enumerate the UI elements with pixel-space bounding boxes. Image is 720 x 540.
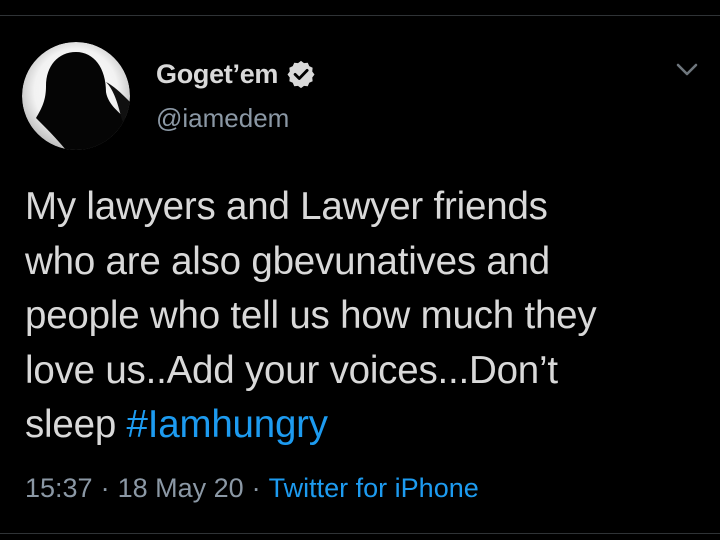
tweet-time[interactable]: 15:37 [25,473,93,504]
tweet-date[interactable]: 18 May 20 [118,473,244,504]
author-name-row[interactable]: Goget’em [156,54,316,94]
meta-separator: · [251,473,261,503]
chevron-down-icon[interactable] [672,58,702,82]
tweet-meta: 15:37 · 18 May 20 · Twitter for iPhone [25,473,479,504]
top-divider [0,15,720,16]
tweet-text: My lawyers and Lawyer friends who are al… [25,180,715,453]
avatar[interactable] [22,42,130,150]
bottom-divider [0,533,720,534]
verified-badge-icon [286,59,316,89]
user-handle[interactable]: @iamedem [156,103,289,134]
tweet-source-link[interactable]: Twitter for iPhone [269,473,479,504]
hashtag-link[interactable]: #Iamhungry [127,403,329,446]
meta-separator: · [100,473,110,503]
avatar-image [22,42,130,150]
display-name[interactable]: Goget’em [156,59,278,90]
